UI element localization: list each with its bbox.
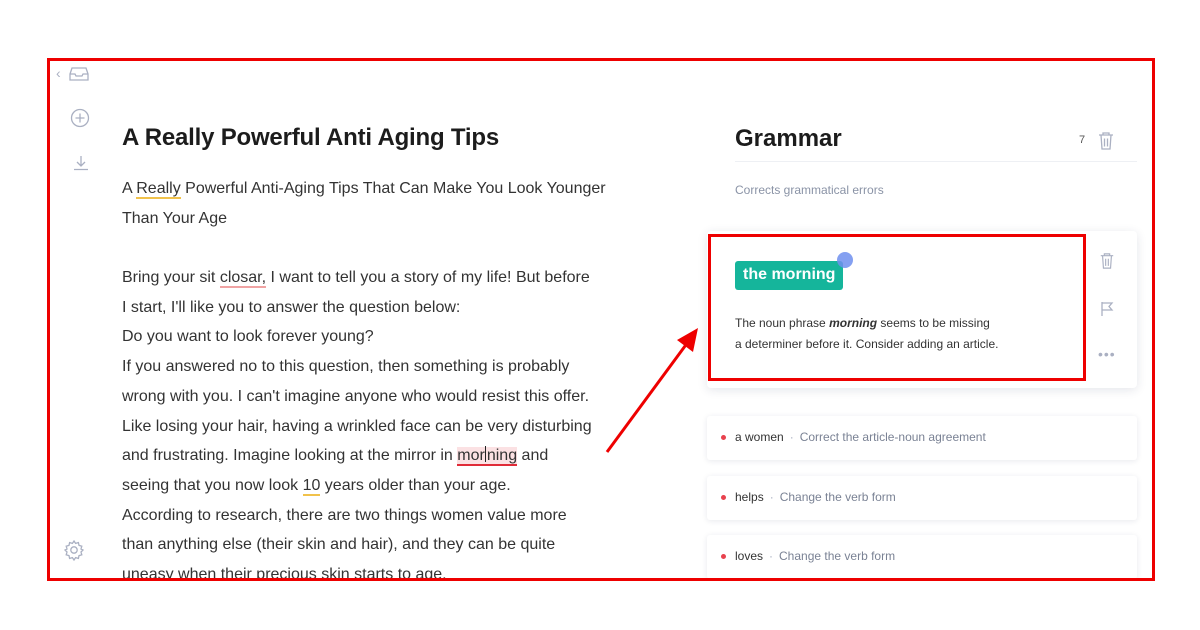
item-word: a women	[735, 430, 784, 444]
list-item[interactable]: helps · Change the verb form	[707, 476, 1137, 520]
more-icon[interactable]: •••	[1098, 347, 1116, 361]
panel-subtitle: Corrects grammatical errors	[735, 183, 884, 197]
text-line: Like losing your hair, having a wrinkled…	[122, 417, 592, 435]
issue-count: 7	[1079, 134, 1086, 146]
trash-icon[interactable]	[1099, 252, 1115, 270]
item-hint: Change the verb form	[779, 490, 896, 504]
trash-icon[interactable]	[1097, 131, 1115, 151]
text-line: wrong with you. I can't imagine anyone w…	[122, 387, 590, 405]
flagged-word[interactable]: 10	[302, 476, 321, 496]
list-item[interactable]: loves · Change the verb form	[707, 535, 1137, 578]
flagged-word[interactable]: Really	[136, 180, 181, 199]
list-item[interactable]: a women · Correct the article-noun agreeme…	[707, 416, 1137, 460]
gear-icon[interactable]	[63, 539, 85, 561]
text-line: I start, I'll like you to answer the que…	[122, 298, 461, 316]
flagged-word-active[interactable]: mor ning	[457, 446, 518, 467]
flagged-word[interactable]: closar,	[219, 269, 267, 289]
document-body[interactable]: A Really Powerful Anti-Aging Tips That C…	[122, 174, 652, 581]
text-line: than anything else (their skin and hair)…	[122, 536, 556, 554]
text-line: According to research, there are two thi…	[122, 506, 567, 524]
editor-window: ‹ A Really Powerful Anti Aging Tips A Re…	[47, 58, 1155, 581]
text-line: Bring your sit closar, I want to tell yo…	[122, 269, 590, 289]
item-word: loves	[735, 549, 764, 563]
text-line: Do you want to look forever young?	[122, 328, 374, 346]
panel-title: Grammar	[735, 125, 842, 152]
item-word: helps	[735, 490, 764, 504]
error-dot	[721, 495, 726, 500]
plus-circle-icon[interactable]	[70, 108, 90, 128]
inbox-icon[interactable]	[69, 67, 89, 81]
text-line: If you answered no to this question, the…	[122, 358, 570, 376]
text-line: seeing that you now look 10 years older …	[122, 476, 511, 496]
error-dot	[721, 554, 726, 559]
download-icon[interactable]	[72, 154, 90, 172]
text-line: uneasy when their precious skin starts t…	[122, 565, 447, 581]
error-dot	[721, 435, 726, 440]
item-hint: Correct the article-noun agreement	[799, 430, 986, 444]
divider	[735, 161, 1137, 162]
text-line: A Really Powerful Anti-Aging Tips That C…	[122, 180, 606, 199]
document-title[interactable]: A Really Powerful Anti Aging Tips	[122, 124, 499, 152]
annotation-box	[708, 234, 1086, 381]
grammar-panel: Grammar 7 Corrects grammatical errors th…	[705, 61, 1152, 578]
flag-icon[interactable]	[1100, 301, 1115, 317]
item-hint: Change the verb form	[779, 549, 896, 563]
text-line: Than Your Age	[122, 209, 227, 227]
left-rail: ‹	[50, 61, 110, 578]
chevron-left-icon[interactable]: ‹	[56, 66, 61, 80]
text-line: and frustrating. Imagine looking at the …	[122, 446, 549, 467]
